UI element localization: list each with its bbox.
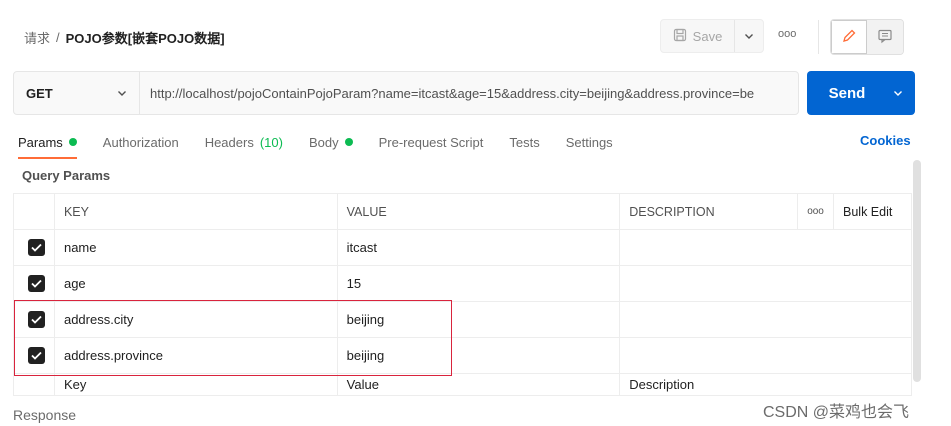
new-param-row: Key Value Description (13, 373, 912, 396)
status-dot (344, 138, 353, 146)
empty-checkbox-cell (13, 373, 55, 396)
value-column-header: VALUE (336, 193, 621, 230)
tab-pre-request-script[interactable]: Pre-request Script (379, 131, 484, 153)
param-description[interactable] (619, 301, 912, 338)
tab-authorization-label: Authorization (102, 134, 179, 150)
tab-body-label: Body (308, 134, 339, 150)
send-button[interactable]: Send (807, 71, 881, 115)
table-row: age 15 (13, 265, 912, 302)
tab-body[interactable]: Body (309, 131, 353, 153)
request-tabs: Params Authorization Headers (10) Body P… (18, 131, 639, 159)
tab-tests[interactable]: Tests (509, 131, 539, 153)
tab-headers-label: Headers (204, 134, 254, 150)
description-column-header: DESCRIPTION (619, 193, 799, 230)
key-column-header: KEY (53, 193, 338, 230)
status-dot (68, 138, 77, 146)
view-mode-group (830, 19, 904, 55)
chevron-down-icon (117, 86, 127, 101)
tab-pre-request-script-label: Pre-request Script (378, 134, 484, 150)
chevron-down-icon (893, 86, 903, 101)
bulk-edit-button[interactable]: Bulk Edit (833, 193, 912, 230)
breadcrumb-parent[interactable]: 请求 (24, 28, 50, 47)
new-value-input[interactable]: Value (336, 373, 621, 396)
table-header-row: KEY VALUE DESCRIPTION ooo Bulk Edit (13, 193, 912, 230)
send-options-button[interactable] (881, 71, 915, 115)
request-title[interactable]: POJO参数[嵌套POJO数据] (66, 28, 225, 47)
toolbar-divider (818, 20, 819, 54)
column-options-button[interactable]: ooo (797, 193, 835, 230)
method-label: GET (26, 85, 53, 101)
tab-authorization[interactable]: Authorization (103, 131, 179, 153)
save-label: Save (692, 28, 723, 44)
headers-count: (10) (259, 134, 283, 150)
tab-params[interactable]: Params (18, 131, 77, 159)
breadcrumb: 请求 / POJO参数[嵌套POJO数据] (24, 28, 225, 47)
save-icon (673, 28, 687, 45)
tab-tests-label: Tests (509, 134, 540, 150)
row-checkbox[interactable] (28, 239, 45, 256)
save-group: Save (660, 19, 764, 53)
method-select[interactable]: GET (14, 72, 140, 114)
table-row: name itcast (13, 229, 912, 266)
param-key[interactable]: name (53, 229, 338, 266)
pencil-icon (841, 28, 857, 47)
row-checkbox-cell (13, 229, 55, 266)
request-header: 请求 / POJO参数[嵌套POJO数据] Save ooo (0, 0, 951, 66)
documentation-mode-button[interactable] (867, 20, 903, 54)
tab-settings[interactable]: Settings (566, 131, 613, 153)
scrollbar[interactable] (913, 160, 921, 382)
save-button[interactable]: Save (661, 20, 735, 52)
param-value[interactable]: itcast (336, 229, 621, 266)
query-params-heading: Query Params (22, 168, 111, 183)
new-description-input[interactable]: Description (619, 373, 912, 396)
param-description[interactable] (619, 229, 912, 266)
param-description[interactable] (619, 265, 912, 302)
response-section-label[interactable]: Response (13, 407, 76, 423)
cookies-link[interactable]: Cookies (860, 133, 911, 148)
url-bar: GET http://localhost/pojoContainPojoPara… (13, 71, 799, 115)
param-value[interactable]: 15 (336, 265, 621, 302)
tab-settings-label: Settings (565, 134, 613, 150)
breadcrumb-separator: / (56, 30, 60, 45)
param-key[interactable]: age (53, 265, 338, 302)
tab-headers[interactable]: Headers (10) (205, 131, 283, 153)
chevron-down-icon (744, 29, 754, 44)
row-checkbox-cell (13, 265, 55, 302)
watermark: CSDN @菜鸡也会飞 (763, 404, 910, 421)
select-all-cell (13, 193, 55, 230)
edit-mode-button[interactable] (831, 20, 867, 54)
param-description[interactable] (619, 337, 912, 374)
save-options-button[interactable] (735, 20, 763, 52)
tab-params-label: Params (18, 134, 63, 150)
more-actions-button[interactable]: ooo (778, 28, 796, 40)
comment-icon (877, 28, 893, 47)
row-checkbox[interactable] (28, 275, 45, 292)
new-key-input[interactable]: Key (53, 373, 338, 396)
highlight-box (14, 300, 452, 376)
url-input[interactable]: http://localhost/pojoContainPojoParam?na… (140, 72, 798, 114)
send-group: Send (807, 71, 915, 115)
